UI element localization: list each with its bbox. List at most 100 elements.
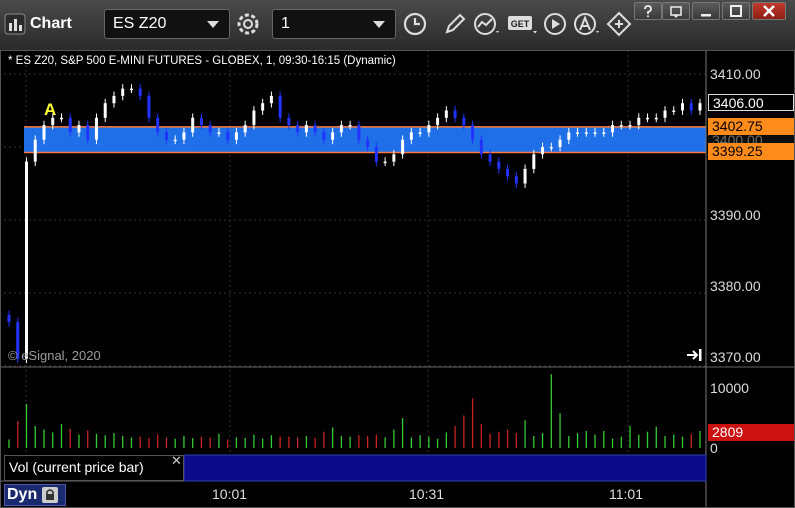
restore-button[interactable]	[662, 2, 690, 20]
chart-border	[0, 50, 795, 508]
price-bar	[243, 125, 247, 133]
price-bar	[462, 117, 466, 126]
price-bars	[7, 84, 702, 364]
price-bar	[304, 125, 308, 133]
symbol-settings-button[interactable]	[233, 9, 263, 39]
play-icon	[544, 13, 566, 35]
pencil-icon	[445, 13, 466, 34]
price-bar	[497, 161, 501, 169]
gear-icon	[237, 13, 259, 35]
instrument-label: * ES Z20, S&P 500 E-MINI FUTURES - GLOBE…	[8, 55, 396, 67]
price-chart[interactable]	[0, 50, 795, 508]
price-bar	[672, 110, 676, 112]
symbol-combo[interactable]: ES Z20	[104, 9, 230, 39]
price-axis-label: 3390.00	[710, 207, 761, 223]
price-bar	[427, 125, 431, 133]
dynamic-mode-button[interactable]: Dyn	[4, 484, 66, 506]
price-bar	[287, 117, 291, 126]
lower-band-tag: 3399.25	[708, 143, 794, 160]
price-bar	[217, 132, 221, 134]
price-bar	[173, 139, 177, 142]
dynamic-mode-label: Dyn	[7, 486, 38, 503]
price-bar	[357, 125, 361, 140]
price-bar	[339, 125, 343, 133]
price-bar	[278, 95, 282, 118]
jump-to-end-button[interactable]	[686, 348, 704, 367]
help-button[interactable]	[634, 2, 662, 20]
price-bar	[619, 125, 623, 127]
chart-frame	[0, 50, 795, 508]
price-bar	[191, 117, 195, 133]
price-bar	[602, 132, 606, 134]
price-bar	[383, 161, 387, 164]
price-bar	[42, 125, 46, 140]
price-bar	[401, 139, 405, 155]
price-bar	[689, 103, 693, 111]
time-button[interactable]	[400, 9, 430, 39]
price-bar	[506, 168, 510, 177]
price-bar	[593, 132, 597, 134]
price-bar	[637, 117, 641, 126]
price-bar	[261, 103, 265, 111]
minimize-icon	[701, 14, 711, 17]
minimize-button[interactable]	[692, 2, 720, 20]
svg-text:GET: GET	[511, 19, 530, 29]
price-bar	[103, 103, 107, 118]
price-bar	[479, 139, 483, 155]
price-bar	[164, 132, 168, 140]
price-bar	[541, 147, 545, 155]
chart-area[interactable]	[0, 50, 795, 508]
upper-band-tag: 3402.75	[708, 118, 794, 135]
price-axis-label: 3410.00	[710, 66, 761, 82]
watermark: © eSignal, 2020	[8, 348, 101, 363]
price-axis-label: 3370.00	[710, 349, 761, 365]
price-bar	[514, 176, 518, 184]
chevron-down-icon	[373, 20, 385, 28]
price-bar	[296, 125, 300, 133]
price-bar	[409, 132, 413, 140]
volume-axis-label: 10000	[710, 380, 749, 396]
interval-value: 1	[281, 15, 290, 32]
price-bar	[348, 125, 352, 127]
price-bar	[331, 132, 335, 140]
close-icon	[763, 5, 775, 17]
price-bar	[77, 125, 81, 133]
price-bar	[366, 139, 370, 147]
price-bar	[226, 132, 230, 140]
price-bar	[576, 132, 580, 134]
restore-icon	[670, 6, 682, 18]
volume-legend[interactable]: Vol (current price bar)	[4, 455, 184, 481]
price-axis-label: 3380.00	[710, 278, 761, 294]
chart-grid	[4, 50, 706, 480]
price-bar	[322, 132, 326, 140]
volume-legend-close-icon[interactable]: ✕	[171, 453, 182, 469]
link-button[interactable]	[604, 9, 634, 39]
alert-button[interactable]	[572, 9, 602, 39]
close-button[interactable]	[752, 2, 786, 20]
time-axis-label: 11:01	[609, 486, 643, 502]
price-bar	[199, 117, 203, 126]
last-price-tag: 3406.00	[708, 94, 794, 111]
replay-button[interactable]	[540, 9, 570, 39]
price-bar	[663, 110, 667, 118]
maximize-button[interactable]	[722, 2, 750, 20]
price-bar	[444, 110, 448, 118]
jump-end-icon	[687, 349, 702, 361]
time-axis-label: 10:01	[212, 486, 248, 502]
price-bar	[584, 132, 588, 134]
price-bar	[532, 154, 536, 169]
question-icon	[644, 5, 652, 18]
studies-button[interactable]	[472, 9, 502, 39]
interval-combo[interactable]: 1	[272, 9, 396, 39]
draw-tool-button[interactable]	[440, 9, 470, 39]
get-data-button[interactable]: GET	[506, 9, 540, 39]
price-bar	[471, 125, 475, 140]
get-icon: GET	[508, 16, 537, 34]
title-bar: Chart ES Z20 1 GET	[0, 0, 795, 51]
price-bar	[208, 125, 212, 133]
lock-icon	[42, 487, 59, 503]
maximize-icon	[730, 5, 742, 17]
price-bar	[418, 132, 422, 134]
price-bar	[121, 88, 125, 96]
price-bar	[112, 95, 116, 104]
